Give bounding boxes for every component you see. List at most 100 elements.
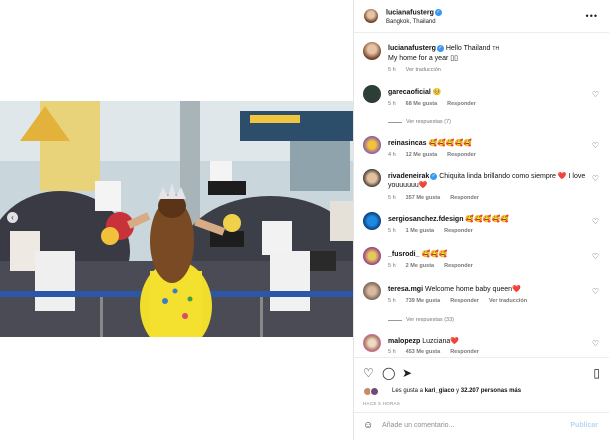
comment-time: 5 h [388,101,396,107]
action-bar: ♡ ◯ ➤ ▯ Les gusta a kari_giaco y 32.207 … [354,357,609,417]
reply-button[interactable]: Responder [447,101,476,107]
heart-icon[interactable]: ♡ [592,174,599,183]
comment-likes[interactable]: 739 Me gusta [406,298,441,304]
see-translation-link[interactable]: Ver traducción [406,67,441,73]
author-username[interactable]: lucianafusterg [386,9,434,16]
comment-username[interactable]: _fusrodi_ [388,251,420,258]
caption-avatar[interactable] [363,42,381,60]
view-replies-label[interactable]: Ver respuestas (33) [406,317,454,323]
comment: _fusrodi_ 🥰🥰🥰 5 h 2 Me gusta Responder ♡ [354,247,609,273]
reply-button[interactable]: Responder [447,152,476,158]
post-location[interactable]: Bangkok, Thailand [386,19,436,25]
see-translation-link[interactable]: Ver traducción [489,298,527,304]
author-avatar[interactable] [364,9,378,23]
chevron-left-icon[interactable]: ‹ [7,212,18,223]
heart-icon[interactable]: ♡ [592,287,599,296]
reply-button[interactable]: Responder [444,228,473,234]
comment-body: 🥰🥰🥰 [421,251,448,258]
post-photo[interactable] [0,101,353,337]
heart-icon[interactable]: ♡ [592,217,599,226]
comment-likes[interactable]: 68 Me gusta [406,101,437,107]
comment-username[interactable]: rivadeneirak [388,173,429,180]
comment-text: teresa.mgi Welcome home baby queen❤️ [388,285,588,294]
view-replies[interactable]: Ver respuestas (33) [388,317,454,323]
comment-username[interactable]: sergiosanchez.fdesign [388,216,463,223]
comment-username[interactable]: malopezp [388,338,420,345]
comment-avatar[interactable] [363,212,381,230]
comment-input[interactable]: Añade un comentario... [382,422,454,429]
comment-meta: 5 h 68 Me gusta Responder [388,101,476,107]
media-panel: ‹ [0,0,353,440]
heart-icon[interactable]: ♡ [363,366,374,380]
comment-avatar[interactable] [363,169,381,187]
verified-badge-icon: ✓ [436,44,444,52]
emoji-icon[interactable]: ☺ [363,420,373,431]
comment-meta: 5 h 453 Me gusta Responder [388,349,479,355]
heart-icon[interactable]: ♡ [592,141,599,150]
reply-button[interactable]: Responder [450,195,479,201]
caption-text: lucianafusterg ✓ Hello Thailand TH My hom… [388,44,588,63]
comment-text: garecaoficial 🥺 [388,88,588,97]
comment-body: 🥰🥰🥰🥰🥰 [428,140,473,147]
comment-avatar[interactable] [363,247,381,265]
share-icon[interactable]: ➤ [402,366,412,380]
caption-body: Hello Thailand [445,45,491,52]
comment-avatar[interactable] [363,334,381,352]
reply-button[interactable]: Responder [450,298,479,304]
comment-meta: 5 h 2 Me gusta Responder [388,263,473,269]
comment-text: _fusrodi_ 🥰🥰🥰 [388,250,588,259]
post-header: lucianafusterg ✓ Bangkok, Thailand ••• [354,0,609,33]
comment-time: 5 h [388,195,396,201]
divider [388,319,402,321]
comment-text: sergiosanchez.fdesign 🥰🥰🥰🥰🥰 [388,215,588,224]
comment-likes[interactable]: 357 Me gusta [406,195,441,201]
comment-meta: 4 h 12 Me gusta Responder [388,152,476,158]
photo-airport-fans [0,101,353,337]
caption-emoji-boxes: ▯▯ [450,55,458,62]
likes-prefix: Les gusta a [392,388,424,394]
bookmark-icon[interactable]: ▯ [593,366,600,380]
comment: teresa.mgi Welcome home baby queen❤️ 5 h… [354,282,609,326]
comment-body: 🥺 [432,89,442,96]
likes-summary[interactable]: Les gusta a kari_giaco y 32.207 personas… [392,388,521,394]
comment-meta: 5 h 739 Me gusta Responder Ver traducció… [388,298,527,304]
divider [388,121,402,123]
comment-likes[interactable]: 2 Me gusta [406,263,434,269]
liker-avatar [370,387,379,396]
caption-time: 5 h [388,67,396,73]
more-horizontal-icon[interactable]: ••• [586,11,598,21]
post-time-ago[interactable]: HACE 5 HORAS [363,401,400,406]
comment-username[interactable]: reinasincas [388,140,427,147]
caption-meta: 5 h Ver traducción [388,67,441,73]
view-replies-label[interactable]: Ver respuestas (7) [406,119,451,125]
likes-mid: y [456,388,460,394]
comment-avatar[interactable] [363,282,381,300]
comment-time: 5 h [388,349,396,355]
comment-likes[interactable]: 1 Me gusta [406,228,434,234]
comment-username[interactable]: garecaoficial [388,89,431,96]
heart-icon[interactable]: ♡ [592,90,599,99]
comment: garecaoficial 🥺 5 h 68 Me gusta Responde… [354,85,609,125]
reply-button[interactable]: Responder [444,263,473,269]
view-replies[interactable]: Ver respuestas (7) [388,119,451,125]
instagram-post-modal: ‹ lucianafusterg ✓ Bangkok, Thailand ••• … [0,0,609,440]
comment-username[interactable]: teresa.mgi [388,286,423,293]
comment-likes[interactable]: 453 Me gusta [406,349,441,355]
comment-icon[interactable]: ◯ [382,366,395,380]
caption-username[interactable]: lucianafusterg [388,45,436,52]
comment-avatar[interactable] [363,136,381,154]
verified-badge-icon: ✓ [430,172,438,180]
liker-avatars[interactable] [363,387,381,396]
publish-button[interactable]: Publicar [570,422,598,429]
th-flag-glyph: TH [492,46,500,52]
reply-button[interactable]: Responder [450,349,479,355]
comment-meta: 5 h 357 Me gusta Responder [388,195,479,201]
heart-icon[interactable]: ♡ [592,252,599,261]
comment-text: rivadeneirak ✓ Chiquita linda brillando c… [388,172,588,190]
likes-user[interactable]: kari_giaco [425,388,455,394]
add-comment-bar: ☺ Añade un comentario... Publicar [354,412,609,440]
heart-icon[interactable]: ♡ [592,339,599,348]
comment-avatar[interactable] [363,85,381,103]
comment-likes[interactable]: 12 Me gusta [406,152,437,158]
likes-count[interactable]: 32.207 personas más [461,388,521,394]
